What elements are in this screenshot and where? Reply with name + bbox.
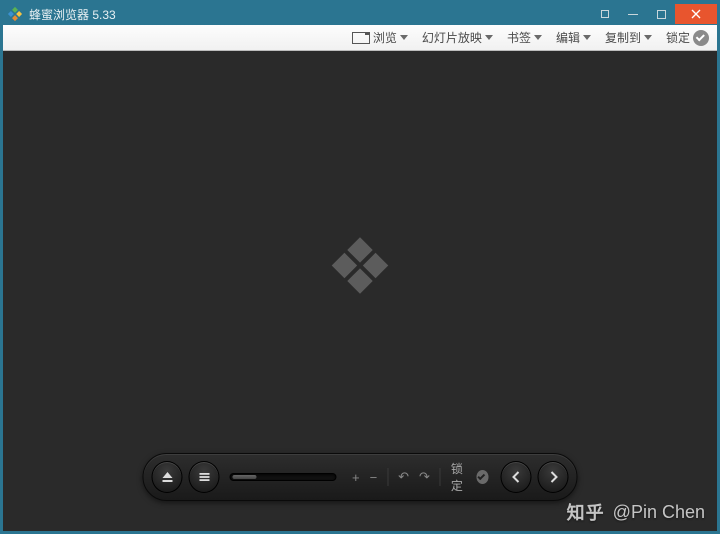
toolbar-copy-to[interactable]: 复制到: [605, 29, 652, 46]
toolbar-lock[interactable]: 锁定: [666, 29, 709, 46]
check-icon: [476, 470, 488, 484]
placeholder-logo-icon: [325, 231, 395, 304]
rotate-right-button[interactable]: ↷: [419, 469, 430, 485]
watermark: 知乎 @Pin Chen: [567, 499, 705, 525]
toolbar-bookmark-label: 书签: [507, 29, 531, 46]
window-minimize-button[interactable]: [619, 4, 647, 24]
chevron-down-icon: [400, 35, 408, 40]
check-icon: [693, 30, 709, 46]
window-settings-button[interactable]: [591, 4, 619, 24]
toolbar-browse[interactable]: 浏览: [352, 29, 408, 46]
zoom-slider[interactable]: [230, 473, 336, 481]
chevron-down-icon: [534, 35, 542, 40]
toolbar-lock-label: 锁定: [666, 29, 690, 46]
controlbar: + − ↶ ↷ 锁定: [142, 453, 577, 501]
toolbar-slideshow-label: 幻灯片放映: [422, 29, 482, 46]
lock-toggle[interactable]: 锁定: [451, 460, 489, 494]
controlbar-tools: + − ↶ ↷ 锁定: [346, 460, 494, 494]
content-area: + − ↶ ↷ 锁定 知乎 @Pin Chen: [3, 51, 717, 531]
menu-button[interactable]: [189, 461, 220, 493]
chevron-down-icon: [485, 35, 493, 40]
divider: [440, 468, 441, 486]
fullscreen-icon: [352, 32, 370, 44]
toolbar: 浏览 幻灯片放映 书签 编辑 复制到 锁定: [3, 25, 717, 51]
eject-button[interactable]: [151, 461, 182, 493]
zoom-in-button[interactable]: +: [352, 470, 360, 485]
watermark-author: @Pin Chen: [613, 502, 705, 523]
previous-button[interactable]: [500, 461, 531, 493]
watermark-site: 知乎: [567, 499, 605, 525]
toolbar-copy-to-label: 复制到: [605, 29, 641, 46]
titlebar[interactable]: 蜂蜜浏览器 5.33: [3, 3, 717, 25]
app-icon: [7, 6, 23, 22]
toolbar-edit-label: 编辑: [556, 29, 580, 46]
window-maximize-button[interactable]: [647, 4, 675, 24]
chevron-down-icon: [583, 35, 591, 40]
toolbar-browse-label: 浏览: [373, 29, 397, 46]
toolbar-edit[interactable]: 编辑: [556, 29, 591, 46]
rotate-left-button[interactable]: ↶: [398, 469, 409, 485]
divider: [387, 468, 388, 486]
toolbar-bookmark[interactable]: 书签: [507, 29, 542, 46]
chevron-down-icon: [644, 35, 652, 40]
zoom-out-button[interactable]: −: [370, 470, 378, 485]
window-close-button[interactable]: [675, 4, 717, 24]
toolbar-slideshow[interactable]: 幻灯片放映: [422, 29, 493, 46]
next-button[interactable]: [538, 461, 569, 493]
app-title: 蜂蜜浏览器 5.33: [29, 6, 116, 23]
lock-label: 锁定: [451, 460, 472, 494]
